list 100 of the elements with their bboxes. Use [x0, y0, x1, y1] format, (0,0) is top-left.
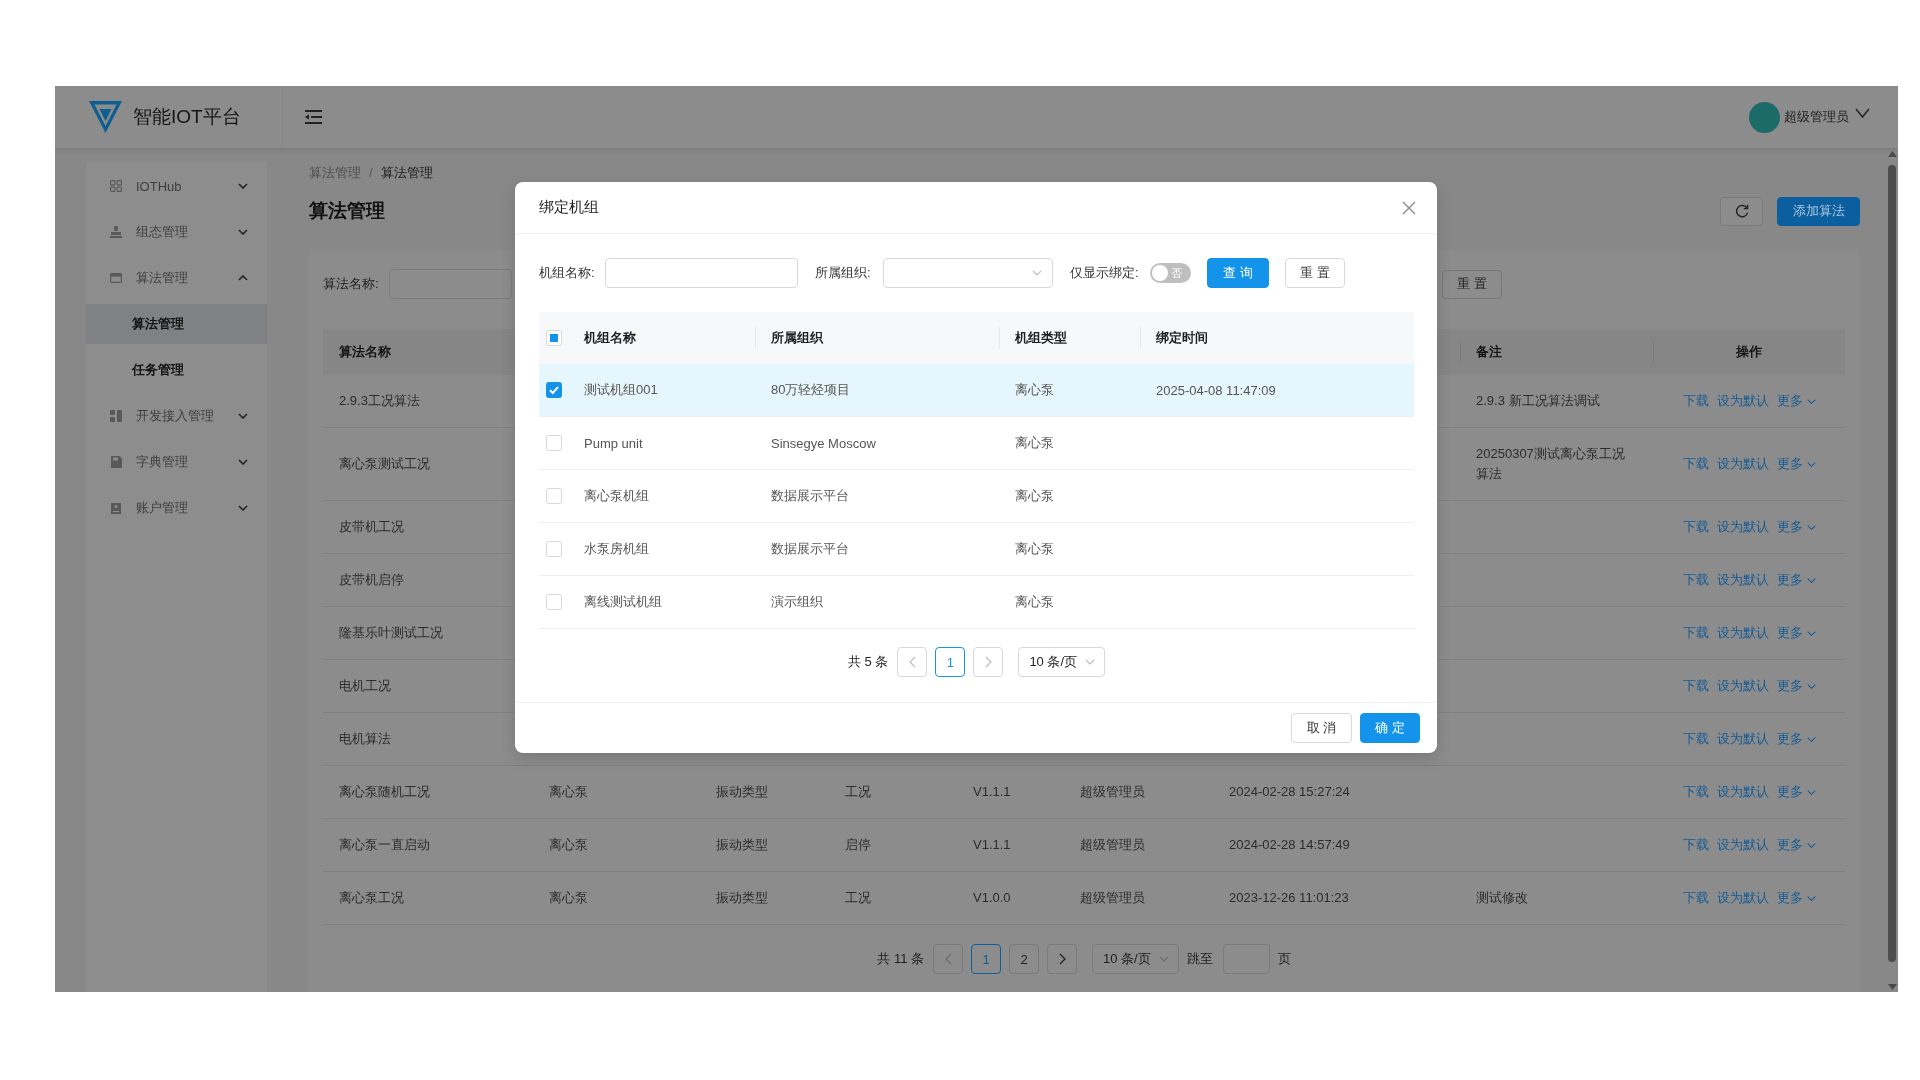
- column-header: 算法名称: [339, 344, 391, 359]
- download-link[interactable]: 下载: [1682, 518, 1709, 536]
- more-link[interactable]: 更多: [1776, 518, 1816, 536]
- set-default-link[interactable]: 设为默认: [1716, 455, 1769, 473]
- set-default-link[interactable]: 设为默认: [1716, 730, 1769, 748]
- more-link[interactable]: 更多: [1776, 624, 1816, 642]
- grid-icon: [110, 180, 122, 192]
- breadcrumb-separator: /: [369, 164, 373, 182]
- contact-card-icon: [110, 502, 122, 514]
- scroll-down-icon[interactable]: [1887, 984, 1897, 990]
- add-button[interactable]: 添加算法: [1777, 196, 1860, 226]
- more-link[interactable]: 更多: [1776, 783, 1816, 801]
- download-link[interactable]: 下载: [1682, 783, 1709, 801]
- table-cell: 振动类型: [716, 784, 768, 799]
- refresh-button[interactable]: [1720, 196, 1763, 226]
- set-default-link[interactable]: 设为默认: [1716, 518, 1769, 536]
- page-button[interactable]: 2: [1009, 944, 1039, 974]
- column-header: 所属组织: [771, 330, 823, 345]
- download-link[interactable]: 下载: [1682, 571, 1709, 589]
- table-cell: 2024-02-28 15:27:24: [1229, 784, 1350, 799]
- set-default-link[interactable]: 设为默认: [1716, 392, 1769, 410]
- confirm-button[interactable]: 确 定: [1360, 713, 1420, 743]
- selected-row[interactable]: 测试机组001 80万轻烃项目 离心泵 2025-04-08 11:47:09: [539, 364, 1414, 417]
- reset-button[interactable]: 重 置: [1442, 269, 1502, 299]
- chevron-left-icon: [908, 656, 916, 668]
- more-link[interactable]: 更多: [1776, 392, 1816, 410]
- download-link[interactable]: 下载: [1682, 836, 1709, 854]
- toggle-switch[interactable]: 否: [1150, 263, 1191, 283]
- set-default-link[interactable]: 设为默认: [1716, 624, 1769, 642]
- column-header: 机组名称: [584, 330, 636, 345]
- sidebar-subitem[interactable]: 任务管理: [86, 350, 267, 390]
- chevron-down-icon: [1806, 524, 1816, 530]
- sidebar-item[interactable]: 账户管理: [86, 488, 267, 528]
- table-cell: 电机工况: [339, 678, 391, 693]
- chevron-down-icon: [1806, 683, 1816, 689]
- page-button[interactable]: 1: [935, 647, 966, 677]
- table-cell: 20250307测试离心泵工况算法: [1476, 446, 1625, 481]
- chevron-down-icon[interactable]: [1855, 108, 1870, 118]
- checkbox[interactable]: [545, 382, 562, 398]
- cancel-button[interactable]: 取 消: [1291, 713, 1352, 743]
- table-cell: 超级管理员: [1080, 784, 1145, 799]
- table-cell: 离心泵: [1015, 435, 1054, 450]
- download-link[interactable]: 下载: [1682, 455, 1709, 473]
- download-link[interactable]: 下载: [1682, 889, 1709, 907]
- more-link[interactable]: 更多: [1776, 836, 1816, 854]
- menu-icon[interactable]: [305, 110, 322, 124]
- search-label: 算法名称:: [323, 275, 380, 293]
- table-cell: 数据展示平台: [771, 541, 849, 556]
- table-cell: 振动类型: [716, 837, 768, 852]
- sidebar-item[interactable]: IOTHub: [86, 166, 267, 206]
- close-icon[interactable]: [1402, 200, 1416, 215]
- unit-name-input[interactable]: [605, 258, 798, 288]
- query-button[interactable]: 查 询: [1207, 258, 1269, 288]
- sidebar-subitem[interactable]: 算法管理: [86, 304, 267, 344]
- table-cell: 工况: [845, 890, 871, 905]
- download-link[interactable]: 下载: [1682, 624, 1709, 642]
- set-default-link[interactable]: 设为默认: [1716, 571, 1769, 589]
- set-default-link[interactable]: 设为默认: [1716, 889, 1769, 907]
- reset-button[interactable]: 重 置: [1285, 258, 1345, 288]
- user-name[interactable]: 超级管理员: [1784, 108, 1849, 126]
- chevron-down-icon: [1806, 398, 1816, 404]
- more-link[interactable]: 更多: [1776, 730, 1816, 748]
- more-link[interactable]: 更多: [1776, 889, 1816, 907]
- download-link[interactable]: 下载: [1682, 677, 1709, 695]
- sidebar-item[interactable]: 开发接入管理: [86, 396, 267, 436]
- dialog-title: 绑定机组: [539, 198, 599, 217]
- sidebar-item[interactable]: 字典管理: [86, 442, 267, 482]
- column-header: 备注: [1476, 344, 1502, 359]
- organization-select[interactable]: [883, 258, 1053, 288]
- set-default-link[interactable]: 设为默认: [1716, 836, 1769, 854]
- chevron-right-icon: [984, 656, 992, 668]
- page-button[interactable]: 1: [971, 944, 1001, 974]
- chevron-right-icon: [1058, 953, 1066, 965]
- more-link[interactable]: 更多: [1776, 677, 1816, 695]
- scroll-up-icon[interactable]: [1887, 151, 1897, 157]
- scrollbar-thumb[interactable]: [1888, 165, 1896, 962]
- table-cell: 离心泵: [1015, 382, 1054, 397]
- next-page-button[interactable]: [1047, 944, 1077, 974]
- total-count: 共 11 条: [877, 950, 924, 968]
- table-cell: 电机算法: [339, 731, 391, 746]
- download-link[interactable]: 下载: [1682, 392, 1709, 410]
- table-cell: 2024-02-28 14:57:49: [1229, 837, 1350, 852]
- more-link[interactable]: 更多: [1776, 455, 1816, 473]
- stamp-icon: [110, 226, 122, 238]
- more-link[interactable]: 更多: [1776, 571, 1816, 589]
- sidebar-item[interactable]: 算法管理: [86, 258, 267, 298]
- table-cell: 工况: [845, 784, 871, 799]
- breadcrumb-current: 算法管理: [380, 164, 433, 182]
- download-link[interactable]: 下载: [1682, 730, 1709, 748]
- table-cell: 数据展示平台: [771, 488, 849, 503]
- table-cell: 超级管理员: [1080, 890, 1145, 905]
- page-size-select[interactable]: 10 条/页: [1092, 944, 1179, 974]
- chevron-down-icon: [1806, 895, 1816, 901]
- logo-icon: [89, 101, 122, 133]
- set-default-link[interactable]: 设为默认: [1716, 677, 1769, 695]
- page-size-select[interactable]: 10 条/页: [1018, 647, 1106, 677]
- blocks-icon: [110, 410, 122, 422]
- table-cell: 隆基乐叶测试工况: [339, 625, 443, 640]
- sidebar-item[interactable]: 组态管理: [86, 212, 267, 252]
- set-default-link[interactable]: 设为默认: [1716, 783, 1769, 801]
